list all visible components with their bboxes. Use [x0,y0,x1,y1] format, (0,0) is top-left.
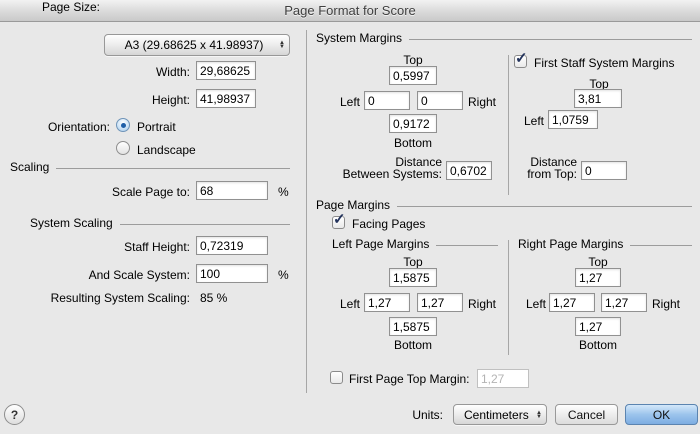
staff-height-label: Staff Height: [60,240,190,254]
and-scale-system-label: And Scale System: [50,268,190,282]
system-margins-top-field[interactable] [389,66,437,85]
page-margins-divider [508,240,509,355]
units-popup-value: Centimeters [464,408,532,422]
height-label: Height: [100,93,190,107]
and-scale-system-unit: % [278,268,289,282]
page-margins-section-header: Page Margins [316,198,692,212]
right-pm-right-label: Right [652,297,680,311]
page-size-popup[interactable]: A3 (29.68625 x 41.98937) ▲▼ [104,34,290,56]
system-margins-bottom-field[interactable] [389,114,437,133]
facing-pages-label: Facing Pages [352,217,425,231]
orientation-label: Orientation: [10,120,110,134]
right-pm-top-label: Top [573,255,623,269]
left-pm-left-label: Left [330,297,360,311]
first-page-top-margin-field [477,369,529,388]
resulting-scaling-label: Resulting System Scaling: [30,291,190,305]
left-pm-right-field[interactable] [417,293,463,312]
distance-from-top-field[interactable] [581,161,627,180]
right-pm-left-label: Left [516,297,546,311]
checkmark-icon: ✓ [333,210,346,228]
height-field[interactable] [196,89,256,108]
distance-between-systems-label: Distance Between Systems: [330,156,442,180]
first-staff-checkbox[interactable]: ✓ [514,55,527,68]
popup-stepper-icon: ▲▼ [536,411,542,419]
distance-from-top-label: Distance from Top: [500,156,577,180]
left-pm-bottom-field[interactable] [389,317,437,336]
and-scale-system-field[interactable] [196,264,268,283]
left-pm-left-field[interactable] [364,293,410,312]
popup-stepper-icon: ▲▼ [279,41,285,49]
system-margins-left-label: Left [330,95,360,109]
distance-between-systems-field[interactable] [446,161,492,180]
window-titlebar[interactable]: Page Format for Score [0,0,700,22]
landscape-label: Landscape [137,143,196,157]
right-pm-right-field[interactable] [601,293,647,312]
right-pm-left-field[interactable] [549,293,595,312]
help-button[interactable]: ? [4,404,25,425]
left-pm-top-field[interactable] [389,268,437,287]
width-label: Width: [100,65,190,79]
resulting-scaling-value: 85 % [200,291,227,305]
system-scaling-section-header: System Scaling [30,216,290,230]
left-page-margins-header: Left Page Margins [332,237,498,251]
system-margins-right-field[interactable] [417,91,463,110]
page-size-popup-value: A3 (29.68625 x 41.98937) [113,38,275,52]
first-staff-checkbox-label: First Staff System Margins [534,56,674,70]
page-size-label: Page Size: [0,0,100,14]
landscape-radio[interactable] [116,141,130,155]
width-field[interactable] [196,61,256,80]
right-pm-top-field[interactable] [575,268,621,287]
first-page-top-margin-label: First Page Top Margin: [349,372,470,386]
checkmark-icon: ✓ [515,49,528,67]
facing-pages-checkbox[interactable]: ✓ [332,216,345,229]
system-margins-top-label: Top [385,53,441,67]
first-staff-left-field[interactable] [548,110,598,129]
scaling-section-header: Scaling [10,160,290,174]
left-pm-right-label: Right [468,297,496,311]
scale-page-label: Scale Page to: [60,185,190,199]
left-pm-top-label: Top [385,255,441,269]
first-page-top-margin-checkbox[interactable] [330,371,343,384]
right-pm-bottom-field[interactable] [575,317,621,336]
portrait-label: Portrait [137,120,176,134]
system-margins-bottom-label: Bottom [385,136,441,150]
scale-page-field[interactable] [196,181,268,200]
main-vertical-divider [306,30,307,393]
right-page-margins-header: Right Page Margins [518,237,692,251]
units-label: Units: [393,408,443,422]
left-pm-bottom-label: Bottom [385,338,441,352]
ok-button[interactable]: OK [625,404,698,425]
first-staff-top-field[interactable] [574,89,622,108]
window-title: Page Format for Score [284,3,416,18]
system-margins-right-label: Right [468,95,496,109]
system-margins-left-field[interactable] [364,91,410,110]
question-mark-icon: ? [11,408,18,422]
system-margins-section-header: System Margins [316,31,692,45]
units-popup[interactable]: Centimeters ▲▼ [453,404,547,425]
scale-page-unit: % [278,185,289,199]
right-pm-bottom-label: Bottom [573,338,623,352]
portrait-radio[interactable] [116,118,130,132]
first-staff-left-label: Left [514,114,544,128]
cancel-button[interactable]: Cancel [555,404,618,425]
staff-height-field[interactable] [196,236,268,255]
